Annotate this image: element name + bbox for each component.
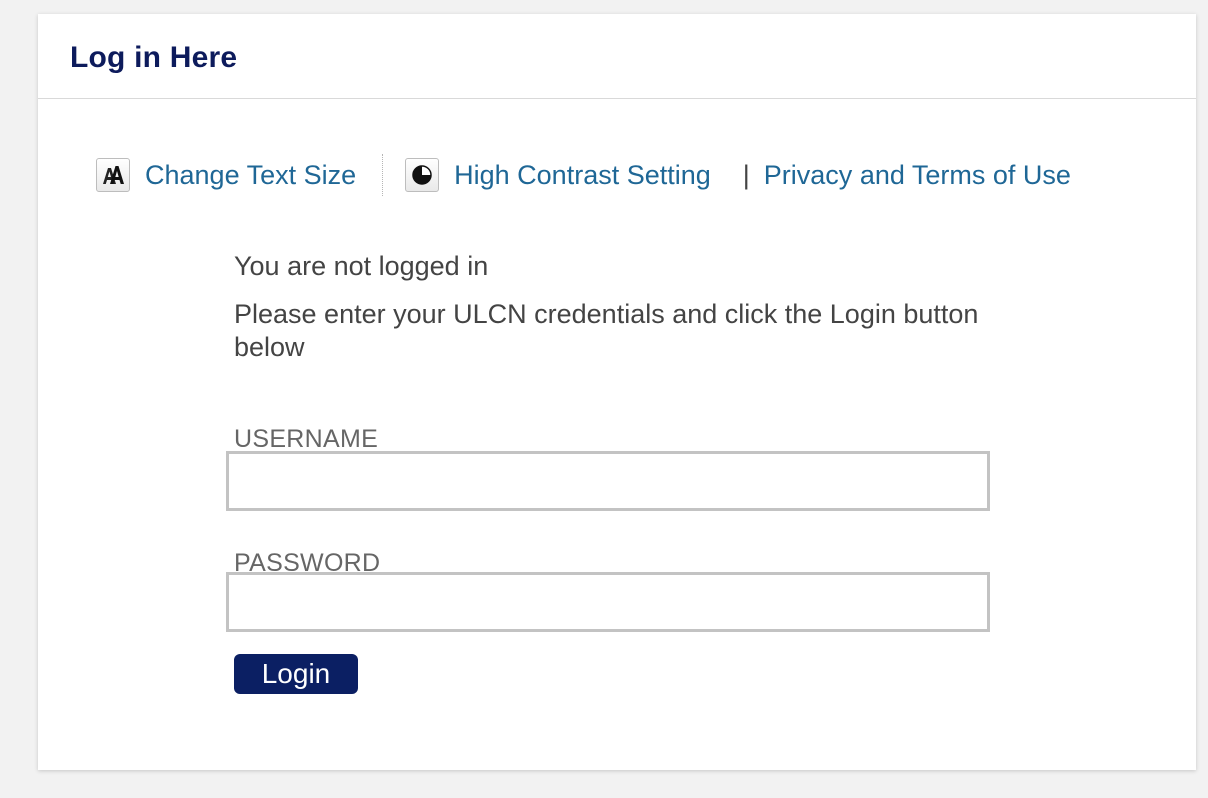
username-input[interactable]: [226, 451, 990, 511]
login-intro: You are not logged in Please enter your …: [234, 248, 1034, 364]
password-input[interactable]: [226, 572, 990, 632]
text-size-icon: [96, 158, 130, 192]
high-contrast-label: High Contrast Setting: [454, 159, 711, 190]
change-text-size-label: Change Text Size: [145, 159, 357, 190]
toolbar-divider: [382, 154, 384, 196]
privacy-terms-link[interactable]: Privacy and Terms of Use: [764, 160, 1071, 191]
toolbar-separator: |: [742, 159, 750, 190]
login-instructions: Please enter your ULCN credentials and c…: [234, 299, 979, 362]
login-status: You are not logged in: [234, 251, 489, 281]
panel-header: Log in Here: [38, 14, 1196, 99]
contrast-icon: [405, 158, 440, 192]
login-button[interactable]: Login: [234, 654, 358, 694]
login-panel: Log in Here Change Text Size High Contra: [38, 14, 1196, 770]
username-label: USERNAME: [234, 425, 379, 453]
accessibility-toolbar: Change Text Size High Contrast Setting |…: [96, 154, 1071, 196]
panel-title: Log in Here: [70, 41, 238, 74]
change-text-size-link[interactable]: Change Text Size: [96, 158, 356, 192]
high-contrast-link[interactable]: High Contrast Setting: [405, 158, 711, 192]
